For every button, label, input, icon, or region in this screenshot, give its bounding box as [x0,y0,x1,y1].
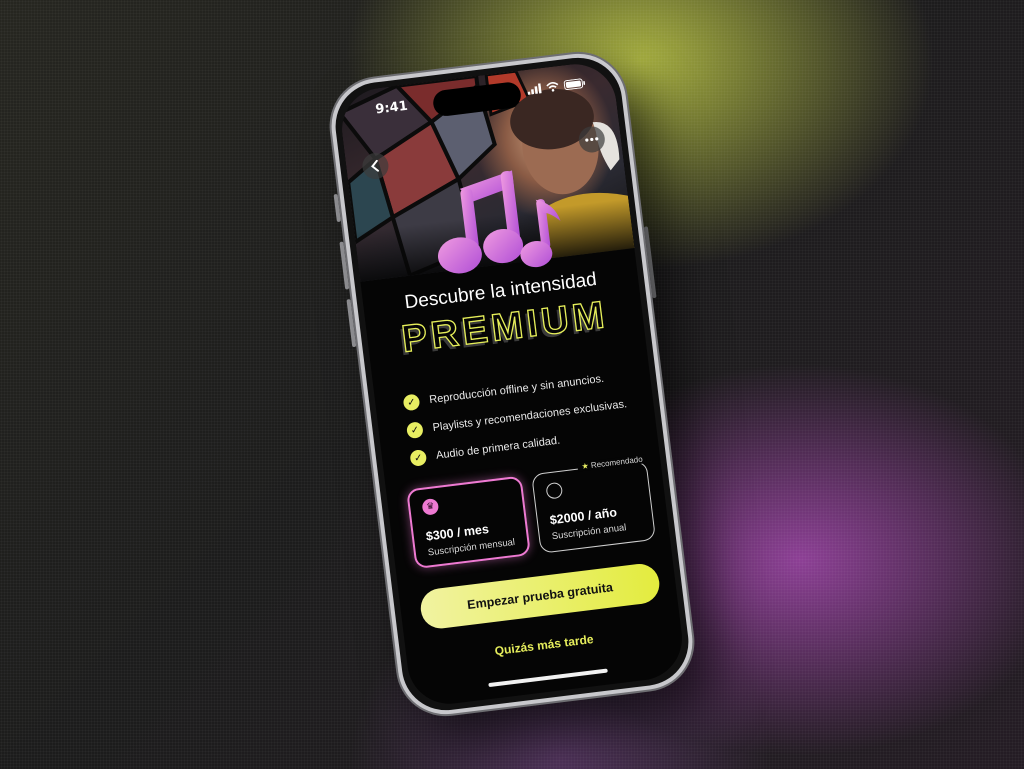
check-icon: ✓ [405,421,424,440]
start-trial-button[interactable]: Empezar prueba gratuita [418,561,662,631]
ellipsis-icon [585,137,599,142]
app-screen: 9:41 Descubre la intensidad PREMIUM ✓ Re… [337,59,687,709]
feature-text: Audio de primera calidad. [435,434,561,462]
signal-icon [527,83,542,95]
star-icon: ★ [581,461,590,472]
plan-selector: ♛ $300 / mes Suscripción mensual ★ Recom… [406,454,657,573]
plan-monthly-card[interactable]: ♛ $300 / mes Suscripción mensual [406,475,531,570]
feature-list: ✓ Reproducción offline y sin anuncios. ✓… [402,361,641,472]
home-indicator [488,668,608,688]
wifi-icon [546,82,559,92]
radio-button[interactable] [545,481,564,500]
check-icon: ✓ [402,393,421,412]
phone-mockup: 9:41 Descubre la intensidad PREMIUM ✓ Re… [326,48,698,720]
phone-frame: 9:41 Descubre la intensidad PREMIUM ✓ Re… [326,48,698,720]
maybe-later-link[interactable]: Quizás más tarde [406,621,682,669]
crown-icon: ♛ [421,497,440,516]
plan-annual-card[interactable]: ★ Recomendado $2000 / año Suscripción an… [531,454,657,554]
check-icon: ✓ [409,449,428,467]
recommended-label: Recomendado [590,454,644,470]
battery-icon [563,78,586,91]
music-notes-icon [437,170,561,274]
status-time: 9:41 [374,98,409,118]
recommended-badge: ★ Recomendado [577,454,648,472]
chevron-left-icon [371,159,380,172]
